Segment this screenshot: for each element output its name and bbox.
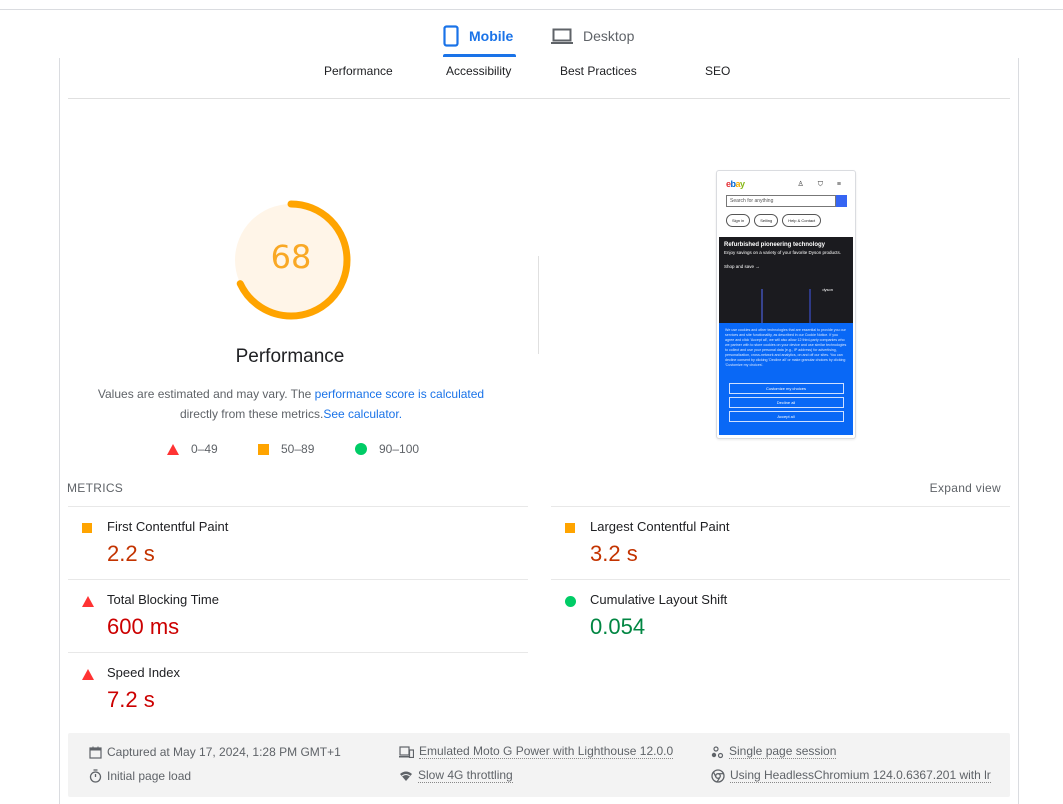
tab-desktop-label: Desktop <box>583 28 635 44</box>
square-icon <box>82 523 92 533</box>
screenshot-cookie-banner: We use cookies and other technologies th… <box>719 323 853 435</box>
triangle-icon <box>167 443 179 455</box>
category-tab-accessibility[interactable]: Accessibility <box>446 64 511 78</box>
legend-fail-range: 0–49 <box>191 442 218 456</box>
session-type[interactable]: Single page session <box>711 745 837 759</box>
cookie-decline: Decline all <box>728 397 844 408</box>
circle-icon <box>355 443 367 455</box>
top-divider <box>0 9 1063 10</box>
metric-divider <box>551 506 1010 507</box>
expand-view-toggle[interactable]: Expand view <box>930 481 1001 495</box>
legend-pass: 90–100 <box>355 442 419 456</box>
metric-value: 3.2 s <box>590 541 638 566</box>
metrics-heading: METRICS <box>67 481 124 495</box>
emulated-device[interactable]: Emulated Moto G Power with Lighthouse 12… <box>399 745 674 759</box>
legend-fail: 0–49 <box>167 442 218 456</box>
hero-brand: dyson <box>822 287 833 292</box>
cookie-customize: Customize my choices <box>728 383 844 394</box>
desc-text-1: Values are estimated and may vary. The <box>97 387 315 401</box>
pill-selling: Selling <box>754 214 779 227</box>
category-tab-performance[interactable]: Performance <box>324 64 393 78</box>
cookie-accept: Accept all <box>728 411 844 422</box>
category-divider <box>68 98 1010 99</box>
metric-divider <box>551 579 1010 580</box>
cookie-text: We use cookies and other technologies th… <box>725 328 847 367</box>
category-tab-seo[interactable]: SEO <box>705 64 730 78</box>
device-tabs: Mobile Desktop <box>0 14 1063 58</box>
metric-value: 2.2 s <box>107 541 155 566</box>
legend-average: 50–89 <box>258 442 314 456</box>
screenshot-pills: Sign in Selling Help & Contact <box>726 214 822 227</box>
metric-value: 7.2 s <box>107 687 155 712</box>
captured-at: Captured at May 17, 2024, 1:28 PM GMT+1 <box>89 745 341 759</box>
smartphone-icon <box>443 25 459 47</box>
desc-text-2: directly from these metrics. <box>179 407 324 421</box>
score-description: Values are estimated and may vary. The p… <box>80 384 502 424</box>
metric-value: 0.054 <box>590 614 646 639</box>
page-load-type: Initial page load <box>89 769 191 783</box>
tab-mobile-label: Mobile <box>469 28 514 44</box>
hero-cta: Shop and save → <box>724 264 760 269</box>
hero-subtitle: Enjoy savings on a variety of your favor… <box>724 250 842 255</box>
ebay-logo: ebay <box>726 179 745 189</box>
screenshot-search-button <box>836 195 847 207</box>
header-icons: ♙ ⛉ ≡ <box>797 181 847 188</box>
stopwatch-icon <box>89 769 102 783</box>
screenshot-search-box: Search for anything <box>726 195 836 207</box>
hero-product-image <box>761 289 811 323</box>
network-throttling[interactable]: Slow 4G throttling <box>399 769 513 783</box>
report-frame-left <box>59 58 60 804</box>
metric-name: Speed Index <box>107 665 181 680</box>
triangle-icon <box>82 596 94 607</box>
metric-name: Cumulative Layout Shift <box>590 592 728 607</box>
triangle-icon <box>82 669 94 680</box>
square-icon <box>565 523 575 533</box>
metric-divider <box>68 579 528 580</box>
metric-name: Total Blocking Time <box>107 592 219 607</box>
session-icon <box>711 745 724 758</box>
vertical-separator <box>538 256 539 354</box>
chrome-icon <box>711 769 725 783</box>
category-tab-best-practices[interactable]: Best Practices <box>560 64 637 78</box>
final-screenshot[interactable]: ebay ♙ ⛉ ≡ Search for anything Sign in S… <box>716 170 856 439</box>
metric-name: Largest Contentful Paint <box>590 519 730 534</box>
see-calculator-link[interactable]: See calculator. <box>323 407 402 421</box>
legend-pass-range: 90–100 <box>379 442 420 456</box>
metric-divider <box>68 652 528 653</box>
laptop-icon <box>551 28 573 44</box>
circle-icon <box>565 596 576 607</box>
legend-average-range: 50–89 <box>281 442 315 456</box>
pill-sign-in: Sign in <box>726 214 751 227</box>
score-calculated-link[interactable]: performance score is calculated <box>315 387 484 401</box>
tab-mobile[interactable]: Mobile <box>443 14 516 58</box>
tab-desktop[interactable]: Desktop <box>551 14 634 58</box>
pill-help: Help & Contact <box>782 214 822 227</box>
devices-icon <box>399 746 414 758</box>
score-title: Performance <box>235 346 345 367</box>
score-value: 68 <box>270 238 312 276</box>
hero-title: Refurbished pioneering technology <box>724 242 826 248</box>
calendar-icon <box>89 746 102 759</box>
report-frame-right <box>1018 58 1019 804</box>
runtime-settings: Captured at May 17, 2024, 1:28 PM GMT+1 … <box>68 733 1010 797</box>
browser-version[interactable]: Using HeadlessChromium 124.0.6367.201 wi… <box>711 769 991 783</box>
active-tab-indicator <box>443 54 516 57</box>
category-tabs: Performance Accessibility Best Practices… <box>0 64 1063 80</box>
square-icon <box>258 443 269 455</box>
metric-value: 600 ms <box>107 614 180 639</box>
wifi-icon <box>400 771 412 781</box>
metric-name: First Contentful Paint <box>107 519 229 534</box>
screenshot-hero: Refurbished pioneering technology Enjoy … <box>719 237 853 323</box>
metric-divider <box>68 506 528 507</box>
